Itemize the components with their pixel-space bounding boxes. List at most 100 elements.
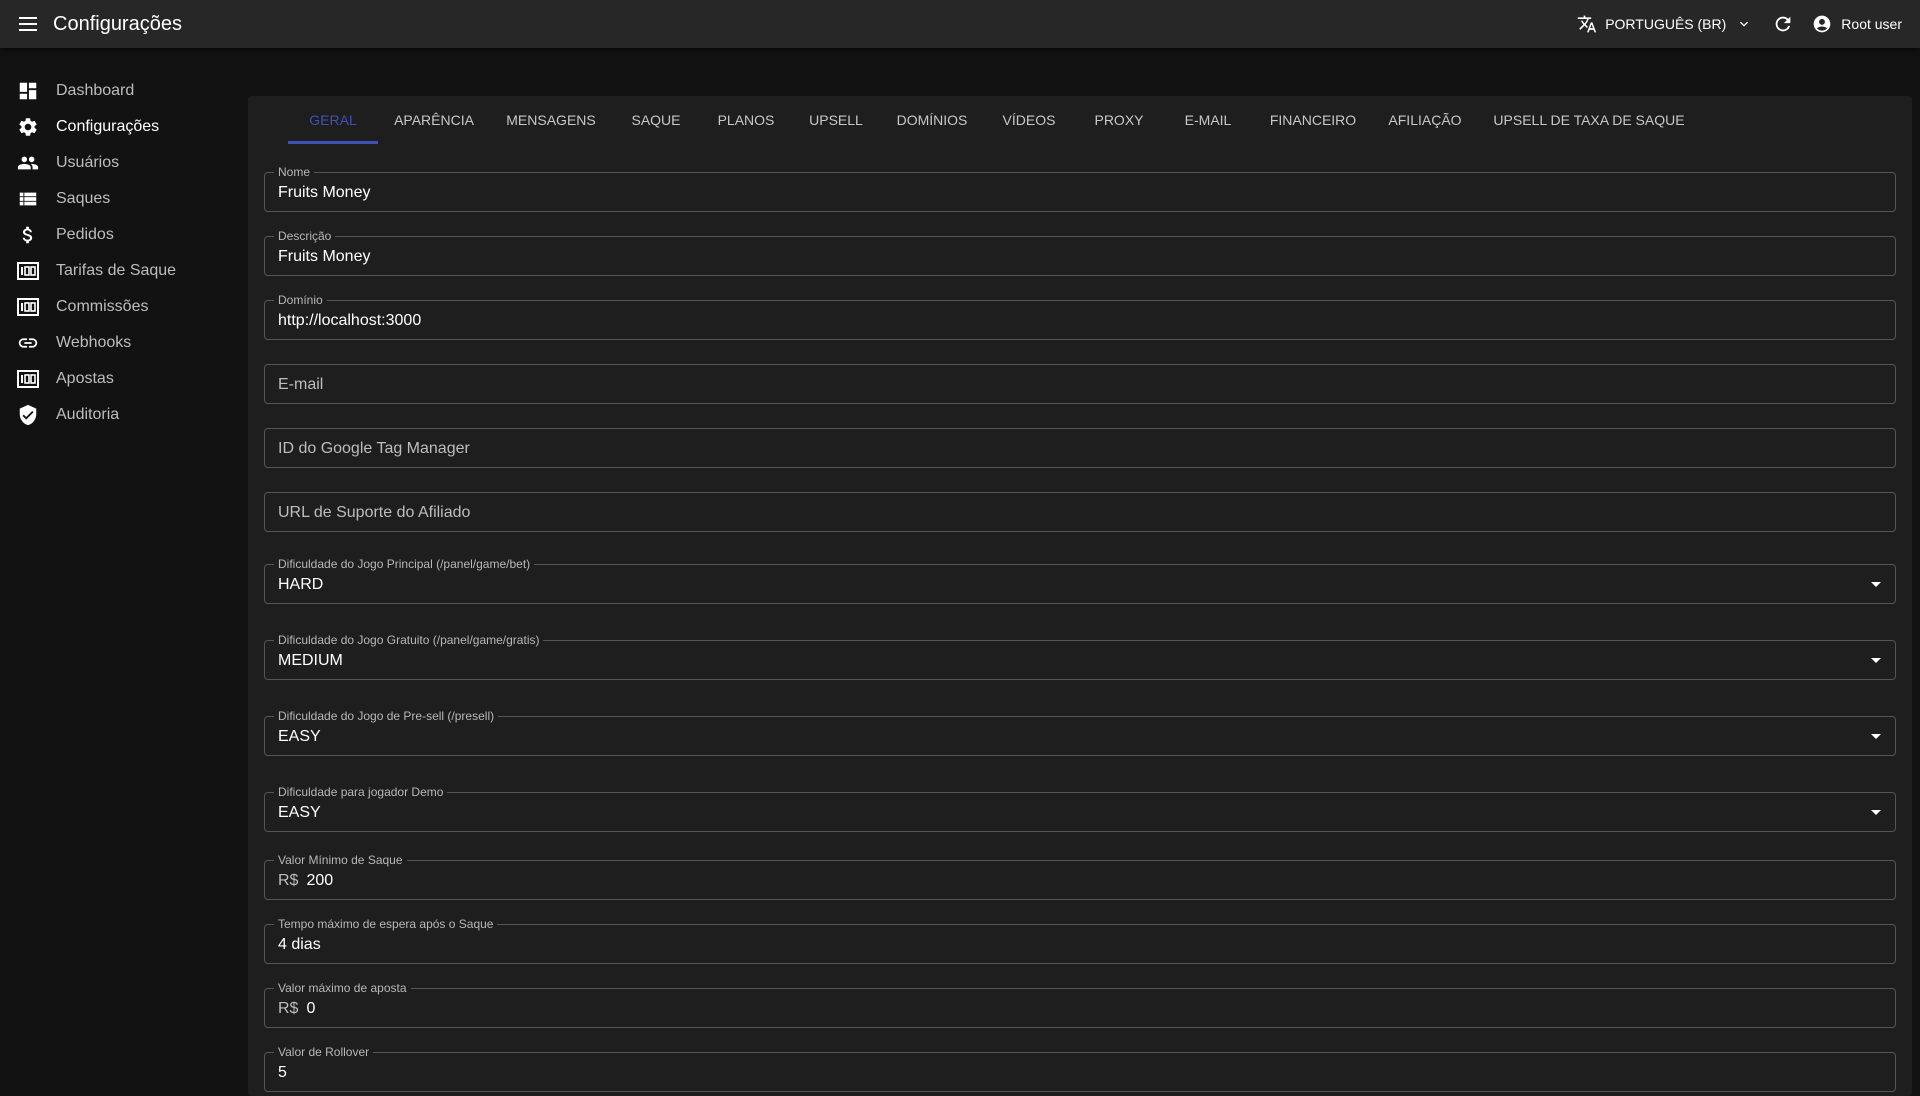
gtm-id-field[interactable]: ID do Google Tag Manager	[264, 428, 1896, 468]
dropdown-arrow-icon	[1871, 658, 1881, 663]
toolbar-actions: PORTUGUÊS (BR) Root user	[1577, 0, 1902, 48]
dificuldade-principal-label: Dificuldade do Jogo Principal (/panel/ga…	[274, 557, 535, 571]
sidebar-item-saques[interactable]: Saques	[0, 181, 248, 217]
sidebar-item-webhooks[interactable]: Webhooks	[0, 325, 248, 361]
sidebar-item-label: Pedidos	[56, 226, 114, 243]
dropdown-arrow-icon	[1871, 582, 1881, 587]
sidebar-item-apostas[interactable]: Apostas	[0, 361, 248, 397]
sidebar-item-auditoria[interactable]: Auditoria	[0, 397, 248, 433]
dominio-label: Domínio	[274, 293, 327, 307]
language-selector[interactable]: PORTUGUÊS (BR)	[1577, 14, 1752, 34]
tempo-espera-value: 4 dias	[278, 936, 321, 953]
account-circle-icon	[1813, 15, 1831, 33]
language-label: PORTUGUÊS (BR)	[1605, 16, 1727, 32]
dificuldade-principal-select[interactable]: Dificuldade do Jogo Principal (/panel/ga…	[264, 557, 1896, 604]
dificuldade-demo-select[interactable]: Dificuldade para jogador Demo EASY	[264, 785, 1896, 832]
app-bar: Configurações PORTUGUÊS (BR) Root user	[0, 0, 1920, 48]
dashboard-icon	[17, 80, 39, 102]
gtm-id-placeholder: ID do Google Tag Manager	[278, 440, 470, 457]
chevron-down-icon	[1740, 21, 1749, 27]
rollover-field[interactable]: Valor de Rollover 5	[264, 1045, 1896, 1092]
settings-tabs: GERAL APARÊNCIA MENSAGENS SAQUE PLANOS U…	[248, 96, 1912, 144]
url-suporte-field[interactable]: URL de Suporte do Afiliado	[264, 492, 1896, 532]
nome-field[interactable]: Nome Fruits Money	[264, 165, 1896, 212]
dificuldade-gratuito-value: MEDIUM	[278, 652, 343, 669]
sidebar-item-label: Dashboard	[56, 82, 135, 99]
sidebar-item-commissoes[interactable]: Commissões	[0, 289, 248, 325]
email-field[interactable]: E-mail	[264, 364, 1896, 404]
tab-videos[interactable]: VÍDEOS	[988, 96, 1070, 144]
hamburger-icon	[19, 17, 37, 19]
dificuldade-demo-value: EASY	[278, 804, 321, 821]
translate-icon	[1578, 15, 1597, 33]
tab-financeiro[interactable]: FINANCEIRO	[1258, 96, 1368, 144]
sidebar-item-tarifas-de-saque[interactable]: Tarifas de Saque	[0, 253, 248, 289]
valor-minimo-saque-field[interactable]: Valor Mínimo de Saque R$ 200	[264, 853, 1896, 900]
valor-maximo-aposta-label: Valor máximo de aposta	[274, 981, 411, 995]
counter-100-icon	[17, 368, 39, 390]
menu-button[interactable]	[16, 12, 40, 36]
tab-afiliacao[interactable]: AFILIAÇÃO	[1376, 96, 1474, 144]
tab-aparencia[interactable]: APARÊNCIA	[384, 96, 484, 144]
dificuldade-gratuito-select[interactable]: Dificuldade do Jogo Gratuito (/panel/gam…	[264, 633, 1896, 680]
dropdown-arrow-icon	[1871, 734, 1881, 739]
sidebar-item-label: Auditoria	[56, 406, 120, 423]
sidebar: Dashboard Configurações Usuários Saques …	[0, 48, 248, 1080]
tab-email[interactable]: E-MAIL	[1168, 96, 1248, 144]
nome-label: Nome	[274, 165, 315, 179]
valor-maximo-aposta-amount: 0	[306, 1000, 316, 1017]
valor-maximo-aposta-field[interactable]: Valor máximo de aposta R$ 0	[264, 981, 1896, 1028]
sidebar-item-label: Usuários	[56, 154, 120, 171]
hamburger-icon-line	[19, 29, 37, 31]
hamburger-icon-line	[19, 23, 37, 25]
tab-upsell-taxa-saque[interactable]: UPSELL DE TAXA DE SAQUE	[1484, 96, 1694, 144]
descricao-field[interactable]: Descrição Fruits Money	[264, 229, 1896, 276]
sidebar-item-label: Configurações	[56, 118, 160, 135]
sidebar-item-dashboard[interactable]: Dashboard	[0, 73, 248, 109]
sidebar-item-label: Webhooks	[56, 334, 132, 351]
sidebar-item-configuracoes[interactable]: Configurações	[0, 109, 248, 145]
tab-mensagens[interactable]: MENSAGENS	[494, 96, 608, 144]
refresh-icon[interactable]	[1772, 13, 1794, 35]
nome-value: Fruits Money	[278, 184, 371, 201]
counter-100-icon	[17, 296, 39, 318]
tab-proxy[interactable]: PROXY	[1080, 96, 1158, 144]
tab-geral[interactable]: GERAL	[288, 96, 378, 144]
sidebar-item-label: Commissões	[56, 298, 149, 315]
dollar-icon	[17, 224, 39, 246]
people-icon	[17, 152, 39, 174]
dificuldade-gratuito-label: Dificuldade do Jogo Gratuito (/panel/gam…	[274, 633, 544, 647]
rollover-value: 5	[278, 1064, 287, 1081]
user-name: Root user	[1841, 16, 1902, 32]
tab-saque[interactable]: SAQUE	[620, 96, 692, 144]
settings-card: GERAL APARÊNCIA MENSAGENS SAQUE PLANOS U…	[248, 96, 1912, 1096]
tab-planos[interactable]: PLANOS	[706, 96, 786, 144]
valor-minimo-saque-value: R$ 200	[278, 872, 333, 890]
descricao-value: Fruits Money	[278, 248, 371, 265]
url-suporte-placeholder: URL de Suporte do Afiliado	[278, 504, 471, 521]
rollover-label: Valor de Rollover	[274, 1045, 374, 1059]
email-placeholder: E-mail	[278, 376, 324, 393]
sidebar-item-label: Apostas	[56, 370, 114, 387]
gear-icon	[17, 116, 39, 138]
user-menu[interactable]: Root user	[1812, 14, 1902, 34]
tab-dominios[interactable]: DOMÍNIOS	[886, 96, 978, 144]
dropdown-arrow-icon	[1871, 810, 1881, 815]
tempo-espera-field[interactable]: Tempo máximo de espera após o Saque 4 di…	[264, 917, 1896, 964]
dificuldade-presell-label: Dificuldade do Jogo de Pre-sell (/presel…	[274, 709, 499, 723]
dominio-field[interactable]: Domínio http://localhost:3000	[264, 293, 1896, 340]
valor-minimo-saque-label: Valor Mínimo de Saque	[274, 853, 407, 867]
sidebar-item-usuarios[interactable]: Usuários	[0, 145, 248, 181]
dominio-value: http://localhost:3000	[278, 312, 422, 329]
dificuldade-presell-select[interactable]: Dificuldade do Jogo de Pre-sell (/presel…	[264, 709, 1896, 756]
tab-upsell[interactable]: UPSELL	[798, 96, 874, 144]
sidebar-item-pedidos[interactable]: Pedidos	[0, 217, 248, 253]
dificuldade-presell-value: EASY	[278, 728, 321, 745]
link-icon	[17, 332, 39, 354]
valor-maximo-aposta-value: R$ 0	[278, 1000, 315, 1018]
page-title: Configurações	[53, 13, 182, 35]
currency-prefix: R$	[278, 1000, 299, 1017]
descricao-label: Descrição	[274, 229, 336, 243]
sidebar-item-label: Tarifas de Saque	[56, 262, 177, 279]
dificuldade-principal-value: HARD	[278, 576, 324, 593]
